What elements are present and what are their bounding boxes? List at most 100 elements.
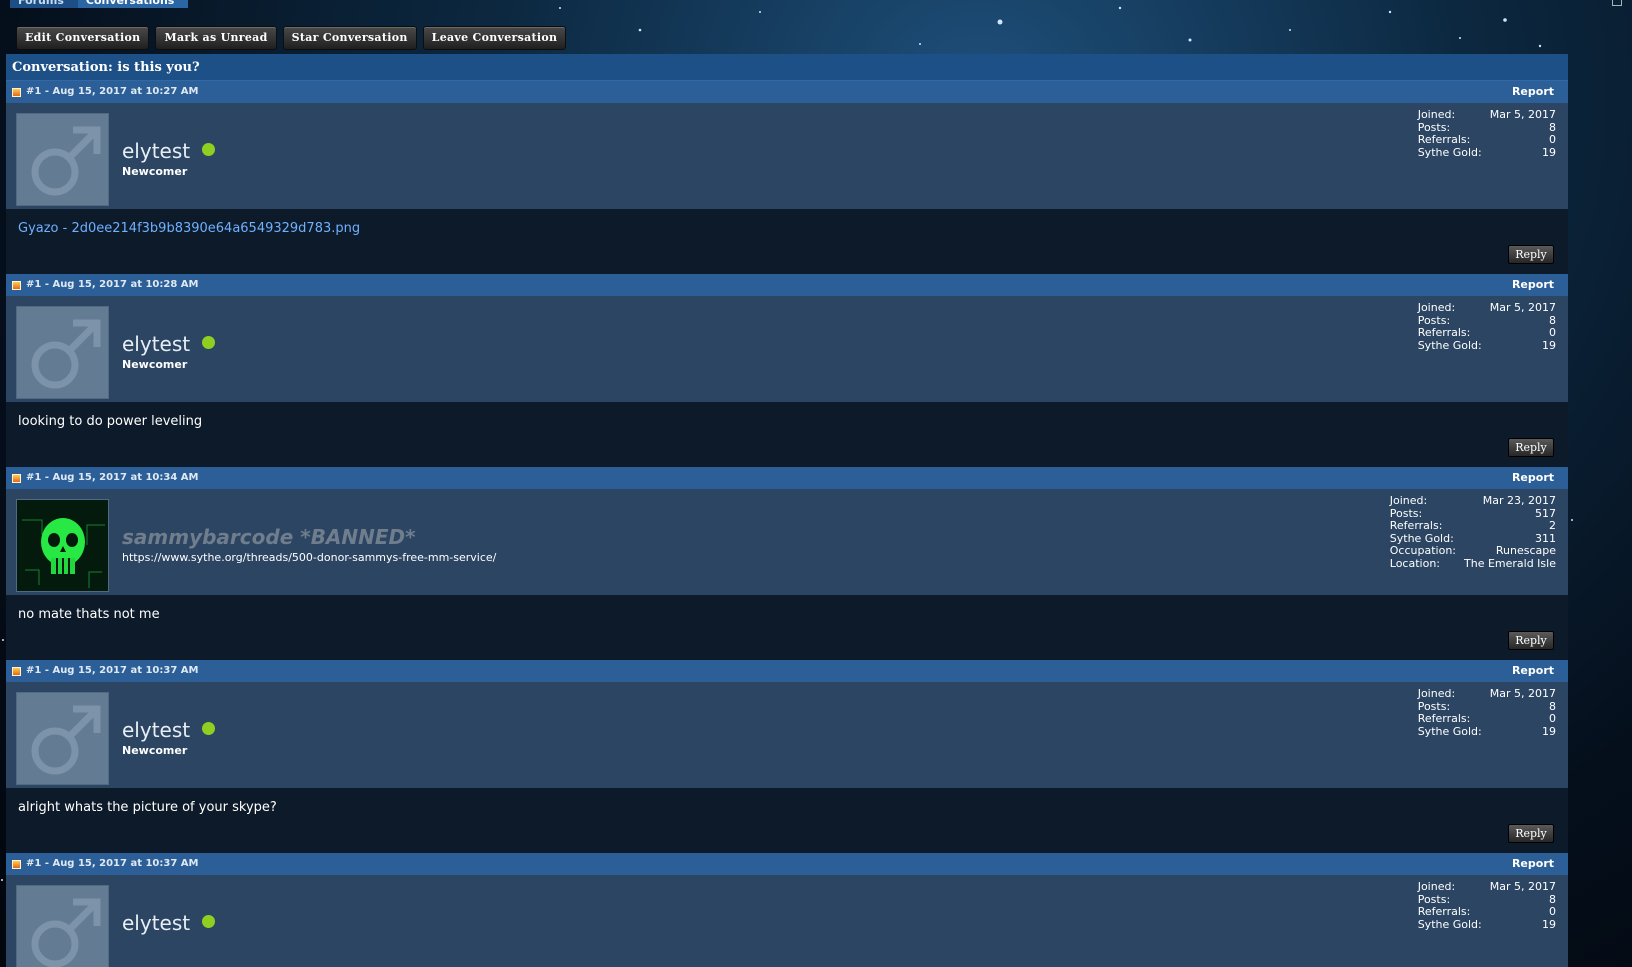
male-icon [31, 319, 101, 389]
male-icon [31, 898, 101, 967]
username[interactable]: elytest [122, 718, 216, 742]
breadcrumb: Forums Conversations [10, 0, 189, 8]
posts-value[interactable]: 517 [1464, 507, 1556, 521]
username[interactable]: elytest [122, 332, 216, 356]
skull-icon [17, 500, 108, 591]
breadcrumb-conversations[interactable]: Conversations [77, 0, 189, 8]
message-post: #1 - Aug 15, 2017 at 10:37 AM Report ely… [6, 853, 1568, 967]
username[interactable]: elytest [122, 911, 216, 935]
joined-value: Mar 5, 2017 [1489, 108, 1556, 121]
message-post: #1 - Aug 15, 2017 at 10:37 AM Report ely… [6, 660, 1568, 856]
username[interactable]: sammybarcode *BANNED* [122, 525, 416, 549]
joined-value: Mar 23, 2017 [1482, 494, 1556, 507]
message-body: no mate thats not me Reply [6, 595, 1568, 660]
reply-button[interactable]: Reply [1508, 631, 1554, 650]
post-header: #1 - Aug 15, 2017 at 10:28 AM Report [6, 274, 1568, 296]
location-label: Location: [1389, 556, 1440, 570]
joined-label: Joined: [1389, 494, 1428, 507]
online-status-icon [202, 722, 216, 735]
username-text[interactable]: elytest [122, 139, 190, 163]
male-icon [31, 705, 101, 775]
occupation-value: Runescape [1495, 544, 1556, 557]
gold-label: Sythe Gold: [1417, 338, 1482, 352]
post-header: #1 - Aug 15, 2017 at 10:34 AM Report [6, 467, 1568, 489]
location-value: The Emerald Isle [1464, 556, 1556, 570]
message-post: #1 - Aug 15, 2017 at 10:28 AM Report ely… [6, 274, 1568, 470]
conversation-toolbar: Edit Conversation Mark as Unread Star Co… [16, 26, 567, 50]
username-text[interactable]: elytest [122, 718, 190, 742]
referrals-label: Referrals: [1417, 133, 1471, 146]
posts-value[interactable]: 8 [1490, 893, 1556, 907]
posts-value[interactable]: 8 [1490, 121, 1556, 135]
user-info-panel: elytest Newcomer Joined: Mar 5, 2017 Post… [6, 296, 1568, 402]
star-conversation-button[interactable]: Star Conversation [282, 26, 417, 50]
post-icon [12, 667, 21, 676]
username-text[interactable]: elytest [122, 332, 190, 356]
post-icon [12, 88, 21, 97]
gold-value: 19 [1542, 917, 1556, 931]
online-status-icon [202, 915, 216, 928]
referrals-label: Referrals: [1417, 905, 1471, 918]
report-link[interactable]: Report [1512, 853, 1554, 875]
conversation-container: Conversation: is this you? #1 - Aug 15, … [6, 54, 1568, 967]
message-link[interactable]: Gyazo - 2d0ee214f3b9b8390e64a6549329d783… [18, 221, 360, 236]
posts-value[interactable]: 8 [1490, 314, 1556, 328]
message-body: Gyazo - 2d0ee214f3b9b8390e64a6549329d783… [6, 209, 1568, 274]
user-title: Newcomer [122, 165, 188, 178]
user-stats: Joined: Mar 5, 2017 Posts: 8 Referrals: 0 S… [1417, 301, 1556, 352]
window-control-icon[interactable] [1612, 0, 1622, 6]
user-info-panel: elytest Newcomer Joined: Mar 5, 2017 Post… [6, 682, 1568, 788]
message-text: looking to do power leveling [18, 414, 203, 429]
post-meta: #1 - Aug 15, 2017 at 10:37 AM [26, 665, 199, 676]
user-info-panel: elytest Joined: Mar 5, 2017 Posts: 8 Refer… [6, 875, 1568, 967]
breadcrumb-forums[interactable]: Forums [10, 0, 78, 8]
posts-value[interactable]: 8 [1490, 700, 1556, 714]
avatar[interactable] [16, 692, 109, 785]
male-icon [31, 126, 101, 196]
gold-value: 19 [1542, 145, 1556, 159]
post-icon [12, 474, 21, 483]
referrals-value: 0 [1549, 133, 1556, 146]
joined-value: Mar 5, 2017 [1489, 880, 1556, 893]
post-meta: #1 - Aug 15, 2017 at 10:34 AM [26, 472, 199, 483]
avatar[interactable] [16, 885, 109, 967]
avatar[interactable] [16, 306, 109, 399]
post-icon [12, 281, 21, 290]
username[interactable]: elytest [122, 139, 216, 163]
message-post: #1 - Aug 15, 2017 at 10:34 AM Report sam… [6, 467, 1568, 663]
report-link[interactable]: Report [1512, 660, 1554, 682]
joined-label: Joined: [1417, 108, 1456, 121]
message-body: alright whats the picture of your skype?… [6, 788, 1568, 853]
reply-button[interactable]: Reply [1508, 824, 1554, 843]
online-status-icon [202, 143, 216, 156]
online-status-icon [202, 336, 216, 349]
referrals-value: 2 [1549, 519, 1556, 532]
gold-value: 19 [1542, 338, 1556, 352]
report-link[interactable]: Report [1512, 274, 1554, 296]
avatar[interactable] [16, 499, 109, 592]
reply-button[interactable]: Reply [1508, 245, 1554, 264]
user-info-panel: elytest Newcomer Joined: Mar 5, 2017 Post… [6, 103, 1568, 209]
report-link[interactable]: Report [1512, 81, 1554, 103]
referrals-value: 0 [1549, 905, 1556, 918]
username-text[interactable]: elytest [122, 911, 190, 935]
user-title: Newcomer [122, 744, 188, 757]
message-post: #1 - Aug 15, 2017 at 10:27 AM Report ely… [6, 81, 1568, 277]
gold-label: Sythe Gold: [1417, 724, 1482, 738]
joined-label: Joined: [1417, 301, 1456, 314]
edit-conversation-button[interactable]: Edit Conversation [16, 26, 150, 50]
message-text: alright whats the picture of your skype? [18, 800, 277, 815]
leave-conversation-button[interactable]: Leave Conversation [422, 26, 567, 50]
reply-button[interactable]: Reply [1508, 438, 1554, 457]
user-stats: Joined: Mar 5, 2017 Posts: 8 Referrals: 0 S… [1417, 108, 1556, 159]
conversation-title: Conversation: is this you? [6, 54, 1568, 81]
referrals-label: Referrals: [1389, 519, 1443, 532]
post-header: #1 - Aug 15, 2017 at 10:27 AM Report [6, 81, 1568, 103]
user-info-panel: sammybarcode *BANNED* https://www.sythe.… [6, 489, 1568, 595]
user-stats: Joined: Mar 23, 2017 Posts: 517 Referrals:… [1389, 494, 1556, 570]
avatar[interactable] [16, 113, 109, 206]
user-signature-link[interactable]: https://www.sythe.org/threads/500-donor-… [122, 551, 496, 564]
report-link[interactable]: Report [1512, 467, 1554, 489]
mark-unread-button[interactable]: Mark as Unread [155, 26, 277, 50]
message-body: looking to do power leveling Reply [6, 402, 1568, 467]
